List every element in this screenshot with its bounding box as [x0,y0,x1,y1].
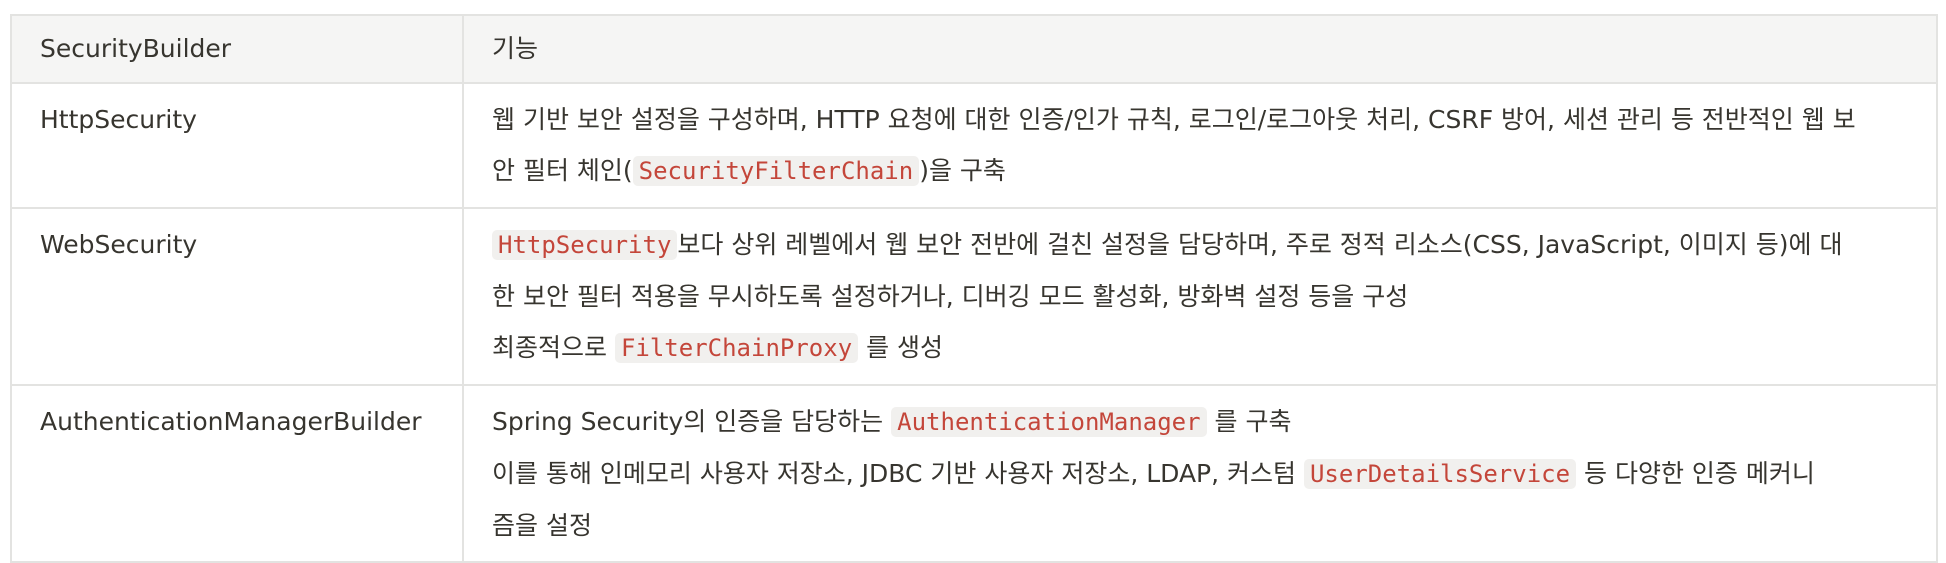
description-line: 안 필터 체인(SecurityFilterChain)을 구축 [492,145,1926,197]
description-text: 안 필터 체인( [492,156,633,185]
description-line: HttpSecurity 보다 상위 레벨에서 웹 보안 전반에 걸친 설정을 담… [492,219,1926,271]
table-row: HttpSecurity 웹 기반 보안 설정을 구성하며, HTTP 요청에 대… [10,82,1938,209]
table-row: WebSecurity HttpSecurity 보다 상위 레벨에서 웹 보안 전… [10,207,1938,386]
description-line: 이를 통해 인메모리 사용자 저장소, JDBC 기반 사용자 저장소, LDA… [492,448,1926,500]
description-line: 웹 기반 보안 설정을 구성하며, HTTP 요청에 대한 인증/인가 규칙, … [492,94,1926,145]
table-row: AuthenticationManagerBuilder Spring Secur… [10,384,1938,563]
inline-code: SecurityFilterChain [632,156,920,186]
header-function: 기능 [462,14,1938,84]
description-text: 웹 기반 보안 설정을 구성하며, HTTP 요청에 대한 인증/인가 규칙, … [492,105,1856,134]
builder-name-cell: WebSecurity [10,207,464,386]
security-builder-table: SecurityBuilder 기능 HttpSecurity 웹 기반 보안 설… [10,14,1938,563]
description-line: 한 보안 필터 적용을 무시하도록 설정하거나, 디버깅 모드 활성화, 방화벽… [492,271,1926,322]
builder-name: HttpSecurity [40,105,197,134]
description-line: 최종적으로 FilterChainProxy 를 생성 [492,322,1926,374]
description-cell: Spring Security의 인증을 담당하는 Authentication… [462,384,1938,563]
table-body: HttpSecurity 웹 기반 보안 설정을 구성하며, HTTP 요청에 대… [10,82,1938,563]
description-text: Spring Security의 인증을 담당하는 [492,407,892,436]
description-text: 즘을 설정 [492,511,592,540]
description-cell: 웹 기반 보안 설정을 구성하며, HTTP 요청에 대한 인증/인가 규칙, … [462,82,1938,209]
inline-code: HttpSecurity [492,230,678,260]
description-text: 등 다양한 인증 메커니 [1576,459,1815,488]
description-text: 최종적으로 [492,333,615,362]
description-text: 를 구축 [1206,407,1292,436]
description-text: )을 구축 [919,156,1006,185]
description-text: 를 생성 [858,333,944,362]
description-text: 한 보안 필터 적용을 무시하도록 설정하거나, 디버깅 모드 활성화, 방화벽… [492,282,1409,311]
builder-name: AuthenticationManagerBuilder [40,407,422,436]
builder-name: WebSecurity [40,230,198,259]
inline-code: UserDetailsService [1303,459,1577,489]
description-text: 보다 상위 레벨에서 웹 보안 전반에 걸친 설정을 담당하며, 주로 정적 리… [677,230,1843,259]
description-line: 즘을 설정 [492,500,1926,551]
description-cell: HttpSecurity 보다 상위 레벨에서 웹 보안 전반에 걸친 설정을 담… [462,207,1938,386]
description-line: Spring Security의 인증을 담당하는 Authentication… [492,396,1926,448]
description-text: 이를 통해 인메모리 사용자 저장소, JDBC 기반 사용자 저장소, LDA… [492,459,1304,488]
table-header: SecurityBuilder 기능 [10,14,1938,84]
builder-name-cell: AuthenticationManagerBuilder [10,384,464,563]
header-row: SecurityBuilder 기능 [10,14,1938,84]
builder-name-cell: HttpSecurity [10,82,464,209]
inline-code: FilterChainProxy [614,333,859,363]
header-securitybuilder: SecurityBuilder [10,14,464,84]
inline-code: AuthenticationManager [891,407,1207,437]
